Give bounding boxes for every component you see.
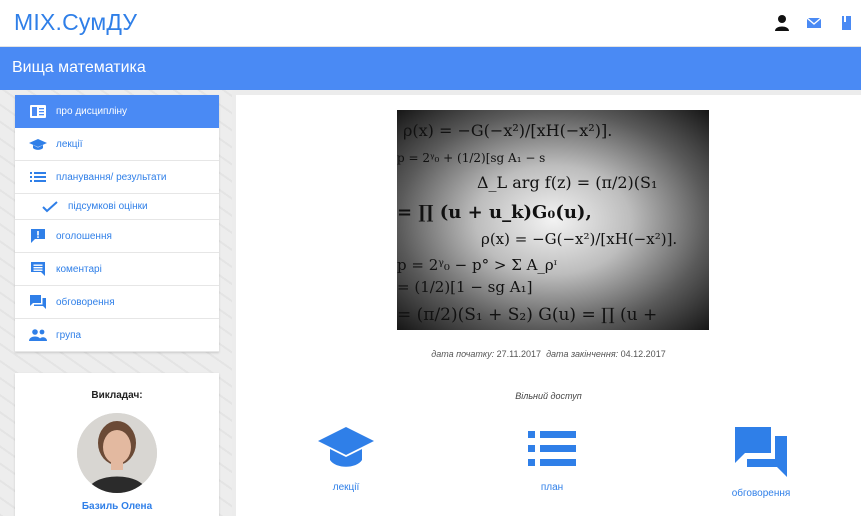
sidebar-item-comments[interactable]: коментарі — [15, 253, 219, 286]
list-icon — [528, 431, 576, 475]
sidebar-item-label: планування/ результати — [56, 171, 167, 183]
course-title-bar: Вища математика — [0, 47, 861, 90]
course-title: Вища математика — [12, 59, 146, 76]
formula-line: = (1/2)[1 − sg A₁] — [397, 278, 532, 296]
avatar[interactable] — [77, 413, 157, 493]
teacher-heading: Викладач: — [91, 390, 143, 401]
end-date: 04.12.2017 — [620, 349, 666, 359]
book-icon — [29, 105, 47, 119]
quick-link-discussions[interactable]: обговорення — [701, 427, 821, 499]
top-icons — [773, 14, 855, 32]
formula-line: ρ(x) = −G(−x²)/[xH(−x²)]. — [481, 230, 677, 248]
sidebar-item-label: обговорення — [56, 296, 115, 308]
quick-link-label: лекції — [332, 482, 360, 493]
forum-icon — [735, 427, 787, 481]
formula-line: = ∏ (u + u_k)G₀(u), — [397, 202, 592, 223]
sidebar-item-label: оголошення — [56, 230, 112, 242]
graduation-cap-icon — [29, 137, 47, 151]
user-icon[interactable] — [773, 14, 791, 32]
teacher-name[interactable]: Базиль Олена — [15, 501, 219, 512]
brand-logo[interactable]: МІХ.СумДУ — [14, 9, 137, 36]
sidebar-item-label: коментарі — [56, 263, 102, 275]
formula-line: p = 2ᵞ₀ − p° > Σ A_ρᶦ — [397, 256, 557, 274]
sidebar-item-label: про дисципліну — [56, 106, 128, 117]
start-date-label: дата початку: — [431, 349, 495, 359]
list-icon — [29, 170, 47, 184]
formula-line: p = 2ᵞ₀ + (1/2)[sg A₁ − s — [397, 151, 545, 165]
access-status: Вільний доступ — [515, 391, 582, 401]
sidebar-item-about[interactable]: про дисципліну — [15, 95, 219, 128]
formula-line: Δ_L arg f(z) = (π/2)(S₁ — [477, 173, 657, 192]
sidebar-item-group[interactable]: група — [15, 319, 219, 352]
quick-link-label: обговорення — [731, 488, 791, 499]
teacher-card: Викладач: Базиль Олена — [15, 373, 219, 516]
graduation-cap-icon — [316, 427, 376, 475]
course-image: ρ(x) = −G(−x²)/[xH(−x²)]. p = 2ᵞ₀ + (1/2… — [397, 110, 709, 330]
announcement-icon — [29, 229, 47, 243]
sidebar-item-announcements[interactable]: оголошення — [15, 220, 219, 253]
quick-link-lectures[interactable]: лекції — [286, 427, 406, 493]
main-content: ρ(x) = −G(−x²)/[xH(−x²)]. p = 2ᵞ₀ + (1/2… — [236, 95, 861, 516]
sidebar-item-label: лекції — [56, 138, 83, 150]
top-bar: МІХ.СумДУ — [0, 0, 861, 47]
forum-icon — [29, 295, 47, 309]
sidebar-item-label: підсумкові оцінки — [68, 201, 148, 212]
course-dates: дата початку: 27.11.2017 дата закінчення… — [236, 349, 861, 359]
formula-line: ρ(x) = −G(−x²)/[xH(−x²)]. — [403, 121, 612, 140]
sidebar-item-final-grades[interactable]: підсумкові оцінки — [15, 194, 219, 220]
start-date: 27.11.2017 — [496, 349, 542, 359]
bookmark-icon[interactable] — [837, 14, 855, 32]
comment-icon — [29, 262, 47, 276]
quick-link-plan[interactable]: план — [492, 427, 612, 493]
sidebar-item-discussions[interactable]: обговорення — [15, 286, 219, 319]
sidebar-item-label: група — [56, 329, 82, 341]
quick-link-label: план — [540, 482, 564, 493]
mail-icon[interactable] — [805, 14, 823, 32]
check-icon — [41, 200, 59, 214]
formula-line: = (π/2)(S₁ + S₂) G(u) = ∏ (u + — [397, 305, 657, 325]
sidebar-item-lectures[interactable]: лекції — [15, 128, 219, 161]
sidebar-menu: про дисципліну лекції планування/ резуль… — [15, 95, 219, 352]
group-icon — [29, 328, 47, 342]
sidebar-item-planning[interactable]: планування/ результати — [15, 161, 219, 194]
end-date-label: дата закінчення: — [546, 349, 619, 359]
